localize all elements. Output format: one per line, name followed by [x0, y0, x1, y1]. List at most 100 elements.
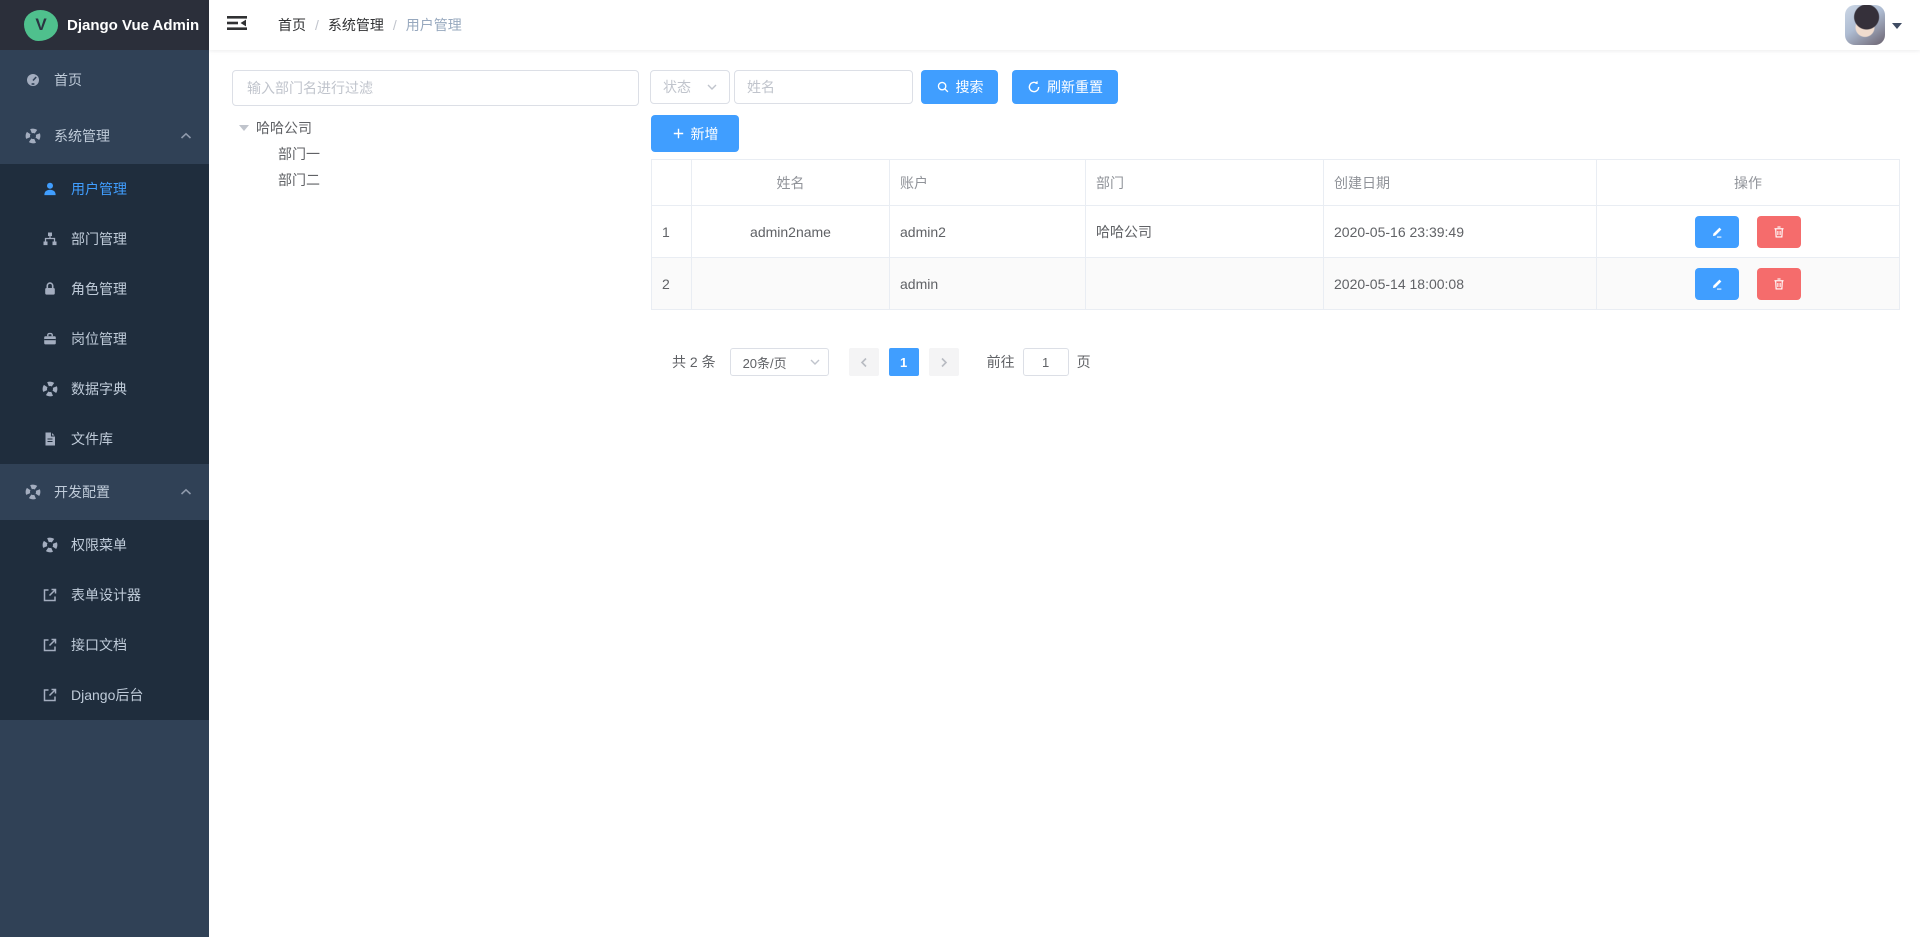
- chevron-up-icon: [180, 488, 192, 496]
- app-title: Django Vue Admin: [67, 17, 199, 34]
- sidebar-submenu-dev: 权限菜单 表单设计器 接口文档: [0, 520, 209, 720]
- dept-filter-input[interactable]: [232, 70, 639, 106]
- edit-row-button[interactable]: [1695, 216, 1739, 248]
- avatar[interactable]: [1845, 5, 1885, 45]
- life-ring-icon: [42, 381, 58, 397]
- vue-logo-icon: V: [24, 10, 58, 41]
- sidebar-item-home[interactable]: 首页: [0, 52, 209, 108]
- caret-down-icon[interactable]: [239, 125, 249, 136]
- sidebar-item-data-dict[interactable]: 数据字典: [0, 364, 209, 414]
- sidebar-submenu-system: 用户管理 部门管理 角色管理: [0, 164, 209, 464]
- life-ring-icon: [25, 128, 41, 144]
- life-ring-icon: [25, 484, 41, 500]
- page-size-select[interactable]: 20条/页: [730, 348, 829, 376]
- dashboard-icon: [25, 72, 41, 88]
- column-header-dept: 部门: [1086, 160, 1324, 206]
- breadcrumb-separator: /: [393, 17, 397, 33]
- sidebar-item-user-mgmt[interactable]: 用户管理: [0, 164, 209, 214]
- cell-account: admin2: [890, 206, 1086, 258]
- sidebar-item-perm-menu[interactable]: 权限菜单: [0, 520, 209, 570]
- status-select-value: 状态: [663, 77, 691, 97]
- tree-node-root[interactable]: 哈哈公司: [232, 114, 639, 141]
- page-unit-label: 页: [1077, 352, 1091, 372]
- app-logo[interactable]: V Django Vue Admin: [0, 0, 209, 50]
- sidebar-group-dev-config[interactable]: 开发配置: [0, 464, 209, 520]
- life-ring-icon: [42, 537, 58, 553]
- cell-index: 1: [652, 206, 692, 258]
- sidebar-item-django-admin[interactable]: Django后台: [0, 670, 209, 720]
- chevron-down-icon: [707, 84, 717, 90]
- table-row: 2 admin 2020-05-14 18:00:08: [652, 258, 1900, 310]
- breadcrumb-system[interactable]: 系统管理: [328, 15, 384, 35]
- sidebar-item-label: 岗位管理: [71, 329, 127, 349]
- sidebar-item-role-mgmt[interactable]: 角色管理: [0, 264, 209, 314]
- sidebar-item-label: 文件库: [71, 429, 113, 449]
- sidebar-item-label: Django后台: [71, 685, 143, 705]
- lock-icon: [42, 281, 58, 297]
- sidebar-item-label: 表单设计器: [71, 585, 141, 605]
- add-user-button[interactable]: 新增: [651, 115, 739, 152]
- edit-row-button[interactable]: [1695, 268, 1739, 300]
- sidebar-item-api-docs[interactable]: 接口文档: [0, 620, 209, 670]
- refresh-reset-button[interactable]: 刷新重置: [1012, 70, 1118, 104]
- prev-page-button[interactable]: [849, 348, 879, 376]
- delete-row-button[interactable]: [1757, 216, 1801, 248]
- user-menu[interactable]: [1845, 5, 1902, 45]
- refresh-reset-label: 刷新重置: [1047, 77, 1103, 97]
- breadcrumb: 首页 / 系统管理 / 用户管理: [278, 15, 462, 35]
- goto-page-input[interactable]: [1023, 348, 1069, 376]
- status-select[interactable]: 状态: [650, 70, 730, 104]
- cell-name: admin2name: [692, 206, 890, 258]
- delete-row-button[interactable]: [1757, 268, 1801, 300]
- menu-fold-icon[interactable]: [223, 10, 251, 41]
- sidebar-item-form-designer[interactable]: 表单设计器: [0, 570, 209, 620]
- breadcrumb-home[interactable]: 首页: [278, 15, 306, 35]
- trash-icon: [1772, 277, 1786, 291]
- page-number-button[interactable]: 1: [889, 348, 919, 376]
- table-header-row: 姓名 账户 部门 创建日期 操作: [652, 160, 1900, 206]
- name-search-input[interactable]: [734, 70, 913, 104]
- tree-node-label: 哈哈公司: [256, 118, 312, 138]
- sidebar-item-label: 数据字典: [71, 379, 127, 399]
- sidebar-item-post-mgmt[interactable]: 岗位管理: [0, 314, 209, 364]
- tree-node-label: 部门二: [278, 170, 320, 190]
- search-button[interactable]: 搜索: [921, 70, 998, 104]
- arrow-left-icon: [860, 357, 868, 368]
- external-link-icon: [42, 587, 58, 603]
- sidebar-group-label: 系统管理: [54, 126, 110, 146]
- external-link-icon: [42, 687, 58, 703]
- cell-account: admin: [890, 258, 1086, 310]
- plus-icon: [672, 127, 685, 140]
- pagination-total: 共 2 条: [672, 352, 716, 372]
- table-row: 1 admin2name admin2 哈哈公司 2020-05-16 23:3…: [652, 206, 1900, 258]
- column-header-name: 姓名: [692, 160, 890, 206]
- column-header-created: 创建日期: [1324, 160, 1597, 206]
- top-navbar: 首页 / 系统管理 / 用户管理: [209, 0, 1920, 50]
- search-icon: [936, 80, 950, 94]
- goto-label: 前往: [987, 352, 1015, 372]
- caret-down-icon: [1892, 23, 1902, 34]
- sidebar-menu: 首页 系统管理 用户管理: [0, 50, 209, 720]
- tree-node-child[interactable]: 部门二: [232, 167, 639, 193]
- edit-icon: [1710, 225, 1724, 239]
- add-button-label: 新增: [691, 124, 719, 144]
- sidebar-item-dept-mgmt[interactable]: 部门管理: [0, 214, 209, 264]
- sidebar-item-label: 角色管理: [71, 279, 127, 299]
- breadcrumb-separator: /: [315, 17, 319, 33]
- column-header-account: 账户: [890, 160, 1086, 206]
- chevron-down-icon: [810, 359, 820, 365]
- next-page-button[interactable]: [929, 348, 959, 376]
- org-chart-icon: [42, 231, 58, 247]
- cell-actions: [1597, 206, 1900, 258]
- sidebar-item-file-library[interactable]: 文件库: [0, 414, 209, 464]
- cell-name: [692, 258, 890, 310]
- search-button-label: 搜索: [956, 77, 984, 97]
- cell-index: 2: [652, 258, 692, 310]
- sidebar-group-system[interactable]: 系统管理: [0, 108, 209, 164]
- document-icon: [42, 431, 58, 447]
- cell-created: 2020-05-14 18:00:08: [1324, 258, 1597, 310]
- tree-node-label: 部门一: [278, 144, 320, 164]
- sidebar: V Django Vue Admin 首页 系统管理: [0, 0, 209, 937]
- breadcrumb-current: 用户管理: [406, 15, 462, 35]
- tree-node-child[interactable]: 部门一: [232, 141, 639, 167]
